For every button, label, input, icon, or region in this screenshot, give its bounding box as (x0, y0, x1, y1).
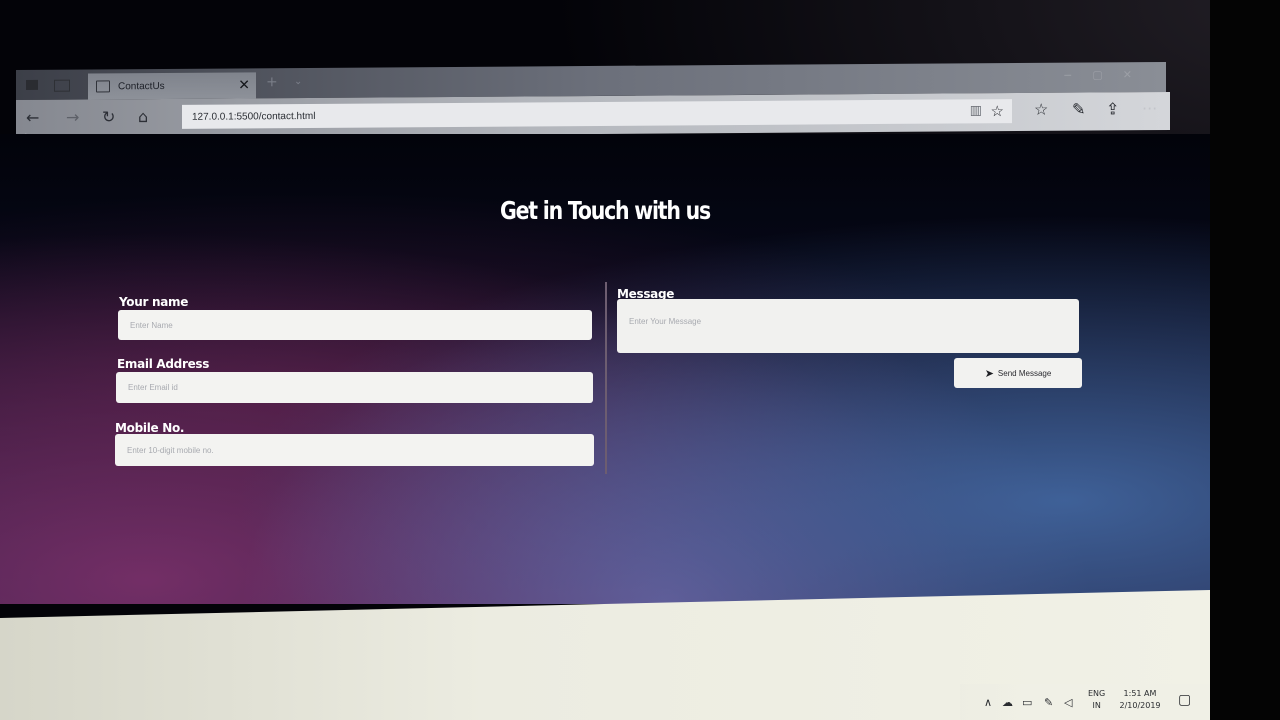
share-icon[interactable]: ⇪ (1106, 99, 1119, 118)
name-input[interactable]: Enter Name (118, 310, 592, 340)
address-bar[interactable]: 127.0.0.1:5500/contact.html ▥ ☆ (182, 99, 1012, 129)
paper-plane-icon: ➤ (984, 367, 994, 380)
monitor-bezel (1210, 0, 1280, 720)
message-textarea[interactable]: Enter Your Message (617, 299, 1079, 353)
page-title: Get in Touch with us (500, 196, 711, 225)
system-tray: ∧ ☁ ▭ ✎ ◁ ENG IN 1:51 AM 2/10/2019 ▢ (960, 684, 1210, 720)
tab-preview-icon[interactable] (54, 79, 70, 92)
pen-icon[interactable]: ✎ (1072, 100, 1085, 119)
chevron-up-icon[interactable]: ∧ (984, 696, 992, 709)
browser-nav-bar: ← → ↻ ⌂ 127.0.0.1:5500/contact.html ▥ ☆ … (16, 91, 1170, 139)
name-placeholder: Enter Name (130, 320, 173, 330)
device-icon[interactable]: ▭ (1022, 696, 1032, 709)
contact-page: Get in Touch with us Your name Enter Nam… (0, 134, 1210, 604)
clock-time: 1:51 AM (1123, 689, 1157, 698)
send-message-button[interactable]: ➤ Send Message (954, 358, 1082, 388)
browser-tab-contactus[interactable]: ContactUs ✕ (88, 72, 256, 100)
volume-icon[interactable]: ◁ (1064, 696, 1072, 709)
form-divider (605, 282, 607, 474)
reading-view-icon[interactable]: ▥ (970, 103, 982, 118)
clock-date: 2/10/2019 (1119, 701, 1161, 710)
favorites-icon[interactable]: ☆ (1034, 100, 1048, 119)
cloud-icon[interactable]: ☁ (1002, 696, 1013, 709)
more-icon[interactable]: ··· (1142, 99, 1157, 118)
forward-arrow-icon[interactable]: → (66, 108, 79, 127)
email-placeholder: Enter Email id (128, 383, 178, 392)
tab-title: ContactUs (118, 80, 165, 92)
mobile-label: Mobile No. (115, 421, 185, 435)
close-icon[interactable]: ✕ (238, 77, 250, 93)
page-icon (96, 80, 110, 93)
notification-icon[interactable]: ▢ (1178, 692, 1191, 708)
email-label: Email Address (117, 357, 210, 371)
clock[interactable]: 1:51 AM 2/10/2019 (1116, 688, 1164, 712)
message-placeholder: Enter Your Message (629, 317, 702, 326)
new-tab-icon[interactable]: + (266, 74, 278, 90)
star-icon[interactable]: ☆ (991, 102, 1004, 120)
region-code: IN (1092, 701, 1101, 710)
mobile-input[interactable]: Enter 10-digit mobile no. (115, 434, 594, 466)
pen-workspace-icon[interactable]: ✎ (1044, 696, 1053, 709)
url-text: 127.0.0.1:5500/contact.html (192, 110, 316, 123)
refresh-icon[interactable]: ↻ (102, 107, 115, 126)
language-indicator[interactable]: ENG IN (1088, 688, 1105, 712)
mobile-placeholder: Enter 10-digit mobile no. (127, 445, 214, 455)
chevron-down-icon[interactable]: ⌄ (294, 76, 302, 87)
home-icon[interactable]: ⌂ (138, 107, 148, 126)
send-message-label: Send Message (997, 368, 1052, 378)
window-controls[interactable]: −▢✕ (1063, 68, 1152, 82)
email-input[interactable]: Enter Email id (116, 372, 593, 403)
back-arrow-icon[interactable]: ← (26, 108, 39, 127)
tab-actions-icon[interactable] (26, 79, 38, 90)
language-code: ENG (1088, 689, 1106, 698)
name-label: Your name (119, 295, 189, 309)
